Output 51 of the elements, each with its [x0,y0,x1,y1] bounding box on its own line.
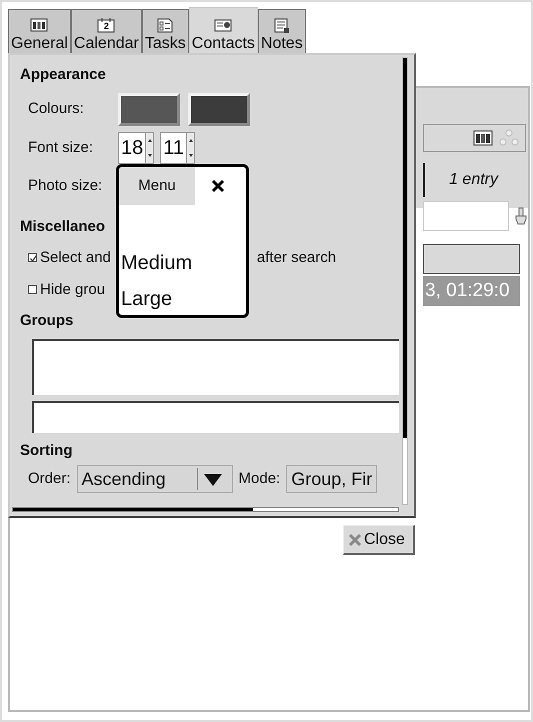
close-button[interactable]: Close [343,525,415,555]
section-heading: Miscellaneo [20,216,106,237]
column-header[interactable] [423,244,520,274]
group-field[interactable] [32,401,399,433]
tab[interactable]: 2 Calendar [70,9,142,53]
checkbox[interactable] [28,284,37,294]
colour-swatch[interactable] [188,92,250,126]
close-icon[interactable] [210,179,224,193]
down-arrow-icon[interactable] [148,154,152,157]
menu-item[interactable]: Large [119,281,246,315]
tab[interactable]: General [8,9,71,53]
calendar-icon: 2 [97,18,116,34]
horizontal-scrollbar[interactable] [12,507,399,512]
field-label: Colours: [28,98,85,119]
order-dropdown[interactable]: Ascending [76,465,233,493]
menu-item[interactable]: Medium [119,245,246,281]
checkbox-label: after search [256,248,336,268]
up-arrow-icon[interactable] [148,139,152,142]
menu-title: Menu [119,167,195,205]
tab[interactable]: Tasks [142,9,189,53]
spin-field[interactable]: 18 [118,132,154,164]
section-heading: Groups [20,310,74,331]
cards-icon[interactable] [473,130,493,146]
checkbox-label: Select and [40,248,111,268]
field-label: Font size: [28,138,94,158]
checkbox-label: Hide grou [40,280,106,300]
vertical-scrollbar[interactable] [402,57,408,505]
contact-card-icon [214,18,232,34]
search-field[interactable] [423,201,509,231]
entry-count: 1 entry [449,170,498,190]
section-heading: Sorting [20,440,72,461]
field-label: Order: [28,468,71,489]
field-label: Mode: [238,468,280,489]
brush-icon[interactable] [514,207,528,225]
note-icon [272,18,291,34]
down-arrow-icon[interactable] [188,154,193,157]
colour-swatch[interactable] [118,92,180,126]
spin-field[interactable]: 11 [160,132,196,164]
task-list-icon [156,18,174,34]
cards-icon [30,18,48,34]
stars-icon[interactable] [499,129,519,147]
tab[interactable]: Contacts [188,7,258,53]
group-list[interactable] [32,339,399,395]
checkbox[interactable] [28,252,37,262]
close-icon [348,532,362,546]
section-heading: Appearance [20,64,106,85]
tab[interactable]: Notes [258,9,306,53]
field-label: Photo size: [28,176,104,196]
row-text: 3, 01:29:0 [425,280,510,301]
up-arrow-icon[interactable] [188,139,193,142]
mode-dropdown[interactable]: Group, Fir [286,465,378,493]
